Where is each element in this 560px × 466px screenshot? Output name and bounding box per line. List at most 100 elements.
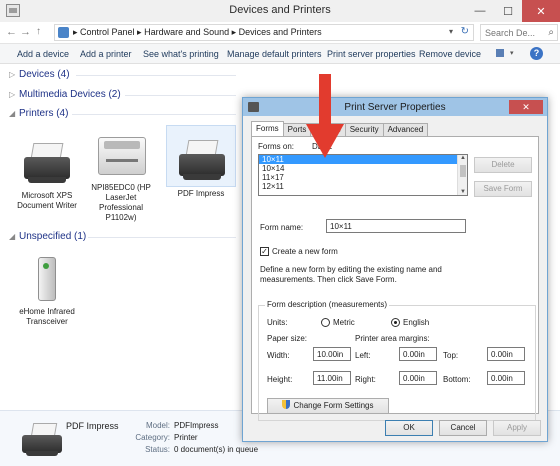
right-margin-label: Right:	[355, 375, 376, 384]
dialog-close-button[interactable]: ✕	[509, 100, 543, 114]
help-icon[interactable]: ?	[530, 47, 543, 60]
scroll-thumb[interactable]	[460, 165, 466, 177]
height-label: Height:	[267, 375, 293, 384]
status-label: Status:	[145, 445, 170, 454]
search-box[interactable]: ⌕	[480, 24, 558, 41]
list-item[interactable]: 11×17	[259, 173, 457, 182]
dialog-title: Print Server Properties	[344, 102, 446, 113]
ok-button[interactable]: OK	[385, 420, 433, 436]
device-label: Microsoft XPS Document Writer	[17, 191, 77, 210]
list-item[interactable]: 10×14	[259, 164, 457, 173]
laser-printer-icon	[86, 129, 156, 181]
listbox-scrollbar[interactable]: ▲ ▼	[457, 155, 467, 195]
model-value: PDFImpress	[174, 421, 219, 430]
annotation-arrow-head	[306, 124, 344, 158]
chevron-down-icon[interactable]: ◢	[9, 109, 19, 118]
forms-on-label: Forms on:	[258, 142, 295, 151]
bottom-margin-label: Bottom:	[443, 375, 471, 384]
list-item[interactable]: 10×11	[259, 155, 457, 164]
apply-button[interactable]: Apply	[493, 420, 541, 436]
chevron-down-icon[interactable]: ◢	[9, 232, 19, 241]
print-server-properties-button[interactable]: Print server properties	[327, 49, 416, 59]
chevron-right-icon[interactable]: ▷	[9, 90, 19, 99]
create-new-form-label[interactable]: Create a new form	[272, 247, 338, 256]
printer-pdf-impress[interactable]: PDF Impress	[166, 125, 236, 199]
forms-tab-panel: Forms on: DELL 10×11 10×14 11×17 12×11 ▲…	[251, 136, 539, 421]
address-bar: ← → ↑ ▸ Control Panel ▸ Hardware and Sou…	[0, 22, 560, 44]
form-description-group: Form description (measurements) Units: M…	[258, 300, 536, 421]
group-divider	[72, 114, 236, 115]
cancel-button[interactable]: Cancel	[439, 420, 487, 436]
group-divider	[88, 237, 236, 238]
metric-radio[interactable]	[321, 318, 330, 327]
list-item[interactable]: 12×11	[259, 182, 457, 191]
delete-button[interactable]: Delete	[474, 157, 532, 173]
refresh-icon[interactable]: ↻	[461, 26, 469, 37]
scroll-down-icon[interactable]: ▼	[459, 189, 467, 195]
tab-forms[interactable]: Forms	[251, 121, 284, 136]
category-label: Category:	[135, 433, 170, 442]
search-icon[interactable]: ⌕	[548, 27, 554, 38]
save-form-button[interactable]: Save Form	[474, 181, 532, 197]
group-devices[interactable]: ▷ Devices (4)	[9, 69, 70, 80]
chevron-right-icon[interactable]: ▷	[9, 70, 19, 79]
form-name-label: Form name:	[260, 223, 304, 232]
group-printers[interactable]: ◢ Printers (4)	[9, 108, 68, 119]
see-whats-printing-button[interactable]: See what's printing	[143, 49, 219, 59]
window-titlebar: Devices and Printers — ☐ ✕	[0, 0, 560, 22]
breadcrumb-path[interactable]: ▸ Control Panel ▸ Hardware and Sound ▸ D…	[73, 27, 322, 38]
tab-advanced[interactable]: Advanced	[382, 123, 429, 136]
top-margin-label: Top:	[443, 351, 459, 360]
chevron-down-icon[interactable]: ▾	[510, 49, 514, 57]
left-margin-input[interactable]	[399, 347, 437, 361]
printer-icon	[166, 125, 236, 187]
top-margin-input[interactable]	[487, 347, 525, 361]
forward-arrow-icon[interactable]: →	[20, 26, 31, 38]
category-value: Printer	[174, 433, 198, 442]
annotation-arrow-shaft	[319, 74, 331, 126]
right-margin-input[interactable]	[399, 371, 437, 385]
tab-security[interactable]: Security	[344, 123, 384, 136]
printer-hp-laserjet[interactable]: NPI85EDC0 (HP LaserJet Professional P110…	[86, 129, 156, 223]
english-radio[interactable]	[391, 318, 400, 327]
close-button[interactable]: ✕	[522, 0, 560, 22]
left-margin-label: Left:	[355, 351, 371, 360]
group-multimedia[interactable]: ▷ Multimedia Devices (2)	[9, 89, 121, 100]
printer-xps[interactable]: Microsoft XPS Document Writer	[12, 137, 82, 211]
bottom-margin-input[interactable]	[487, 371, 525, 385]
up-arrow-icon[interactable]: ↑	[36, 26, 41, 37]
form-name-input[interactable]	[326, 219, 466, 233]
selected-device-name: PDF Impress	[66, 421, 119, 431]
metric-label[interactable]: Metric	[333, 318, 355, 327]
english-label[interactable]: English	[403, 318, 429, 327]
maximize-button[interactable]: ☐	[494, 0, 522, 22]
manage-default-printers-button[interactable]: Manage default printers	[227, 49, 322, 59]
change-form-settings-button[interactable]: Change Form Settings	[267, 398, 389, 414]
width-input[interactable]	[313, 347, 351, 361]
uac-shield-icon	[282, 400, 291, 409]
forms-listbox[interactable]: 10×11 10×14 11×17 12×11 ▲ ▼	[258, 154, 468, 196]
device-label: eHome Infrared Transceiver	[19, 307, 75, 326]
printer-margins-label: Printer area margins:	[355, 334, 430, 343]
instructions-text: Define a new form by editing the existin…	[260, 265, 442, 284]
group-unspecified[interactable]: ◢ Unspecified (1)	[9, 231, 86, 242]
dialog-titlebar: Print Server Properties ✕	[243, 98, 547, 116]
paper-size-label: Paper size:	[267, 334, 308, 343]
height-input[interactable]	[313, 371, 351, 385]
create-new-form-checkbox[interactable]: ✓	[260, 247, 269, 256]
add-printer-button[interactable]: Add a printer	[80, 49, 132, 59]
add-device-button[interactable]: Add a device	[17, 49, 69, 59]
minimize-button[interactable]: —	[466, 0, 494, 22]
printer-icon	[12, 137, 82, 189]
device-ehome-infrared[interactable]: eHome Infrared Transceiver	[12, 253, 82, 327]
status-value: 0 document(s) in queue	[174, 445, 259, 454]
search-input[interactable]	[485, 25, 545, 40]
back-arrow-icon[interactable]: ←	[6, 26, 17, 38]
remove-device-button[interactable]: Remove device	[419, 49, 481, 59]
scroll-up-icon[interactable]: ▲	[459, 155, 467, 161]
width-label: Width:	[267, 351, 290, 360]
chevron-down-icon[interactable]: ▾	[449, 27, 453, 36]
breadcrumb[interactable]: ▸ Control Panel ▸ Hardware and Sound ▸ D…	[54, 24, 474, 41]
print-server-properties-dialog: Print Server Properties ✕ Forms Ports Dr…	[242, 97, 548, 442]
change-view-icon[interactable]	[494, 47, 508, 60]
